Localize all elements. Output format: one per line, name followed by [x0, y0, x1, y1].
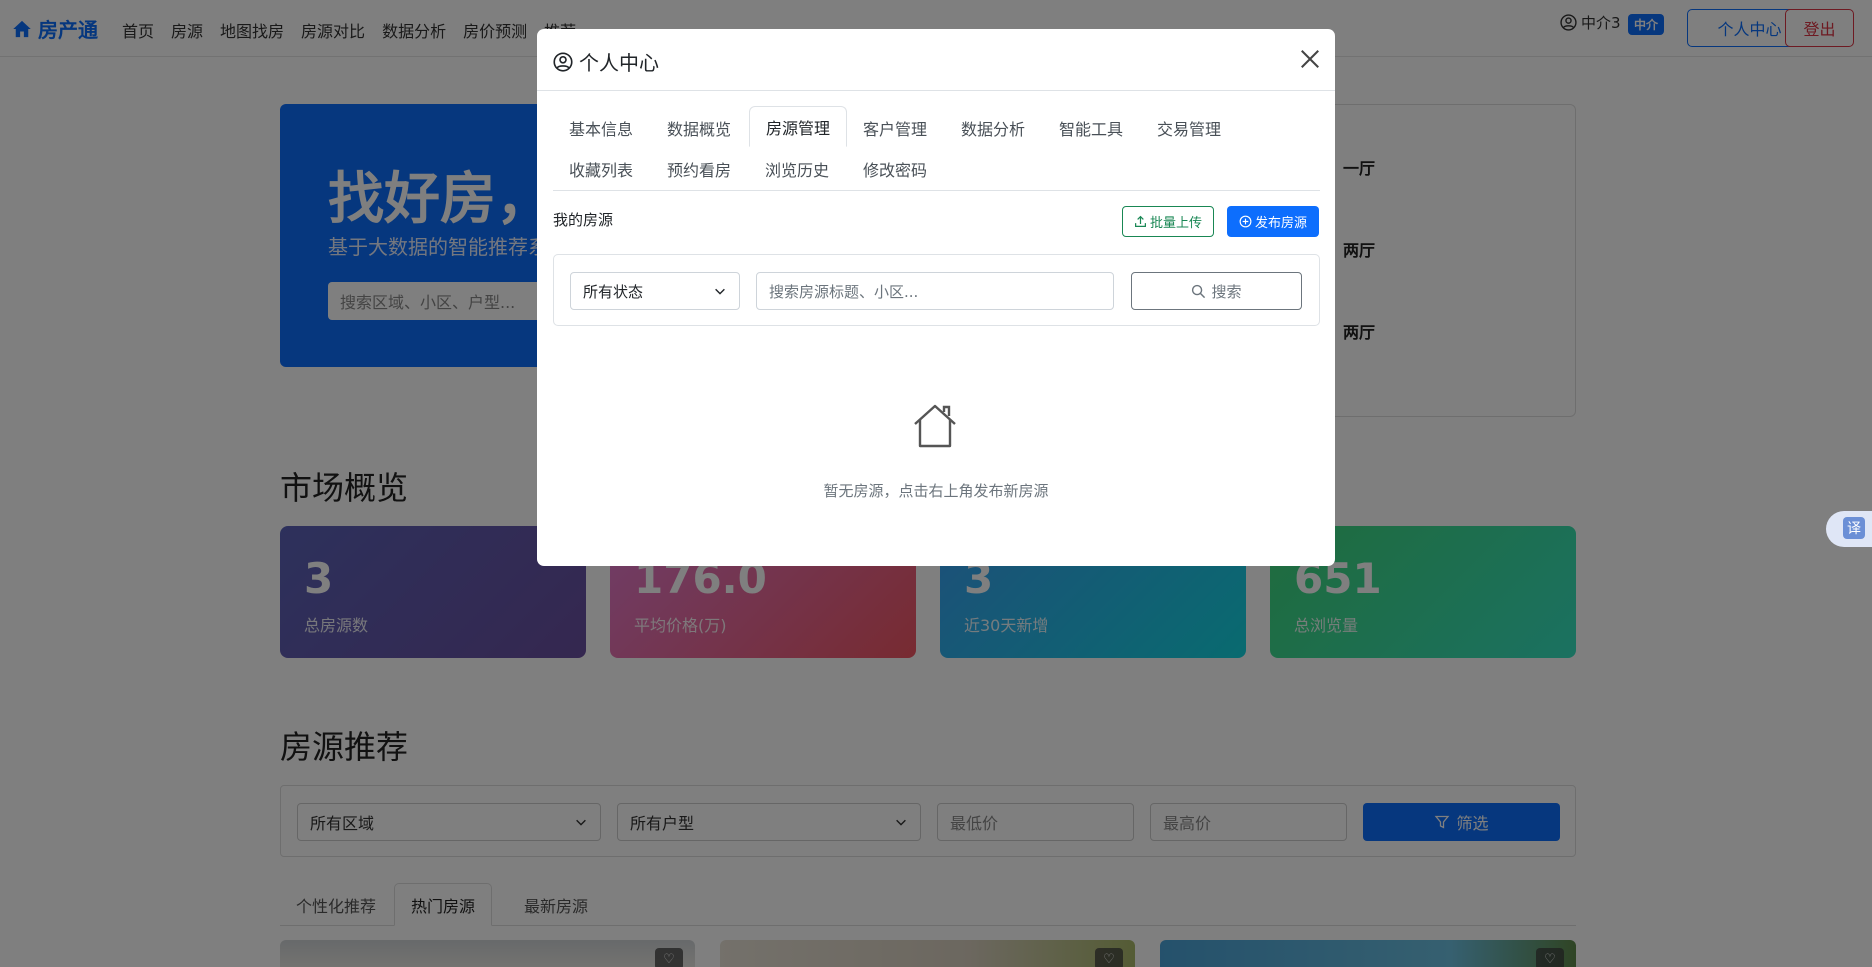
translate-button[interactable]: 译: [1826, 511, 1872, 547]
user-circle-icon: [553, 51, 573, 72]
my-listings-label: 我的房源: [553, 211, 614, 229]
tab-change-password[interactable]: 修改密码: [847, 148, 943, 189]
house-icon: [914, 404, 956, 448]
modal-header: 个人中心: [537, 29, 1335, 91]
tab-favorites[interactable]: 收藏列表: [553, 148, 649, 189]
tab-listing-management[interactable]: 房源管理: [749, 106, 848, 147]
batch-upload-button[interactable]: 批量上传: [1122, 206, 1214, 237]
close-icon[interactable]: [1299, 48, 1321, 70]
personal-center-modal: 个人中心 基本信息 数据概览 房源管理 客户管理 数据分析 智能工具 交易管理 …: [537, 29, 1335, 566]
modal-title: 个人中心: [553, 47, 659, 76]
batch-upload-label: 批量上传: [1149, 216, 1202, 231]
tab-basic-info[interactable]: 基本信息: [553, 107, 649, 148]
listing-search-button[interactable]: 搜索: [1131, 272, 1302, 310]
listing-keyword-input[interactable]: 搜索房源标题、小区...: [756, 272, 1114, 310]
tab-client-management[interactable]: 客户管理: [847, 107, 943, 148]
tab-browse-history[interactable]: 浏览历史: [749, 148, 845, 189]
upload-icon: [1135, 215, 1146, 227]
modal-tabs: 基本信息 数据概览 房源管理 客户管理 数据分析 智能工具 交易管理 收藏列表 …: [553, 106, 1320, 191]
status-select[interactable]: 所有状态: [570, 272, 740, 310]
status-select-value: 所有状态: [583, 282, 644, 301]
empty-state-text: 暂无房源，点击右上角发布新房源: [823, 482, 1049, 500]
search-button-label: 搜索: [1211, 282, 1242, 301]
plus-circle-icon: [1239, 215, 1252, 228]
tab-viewing-appointments[interactable]: 预约看房: [651, 148, 747, 189]
tab-transactions[interactable]: 交易管理: [1141, 107, 1237, 148]
chevron-down-icon: [715, 288, 725, 295]
translate-icon: 译: [1843, 517, 1865, 539]
listing-search-panel: 所有状态 搜索房源标题、小区... 搜索: [553, 254, 1320, 326]
modal-title-text: 个人中心: [579, 51, 659, 75]
tab-data-overview[interactable]: 数据概览: [651, 107, 747, 148]
tab-data-analysis[interactable]: 数据分析: [945, 107, 1041, 148]
search-icon: [1192, 284, 1206, 298]
tab-smart-tools[interactable]: 智能工具: [1043, 107, 1139, 148]
publish-listing-label: 发布房源: [1254, 216, 1307, 231]
publish-listing-button[interactable]: 发布房源: [1227, 206, 1319, 237]
